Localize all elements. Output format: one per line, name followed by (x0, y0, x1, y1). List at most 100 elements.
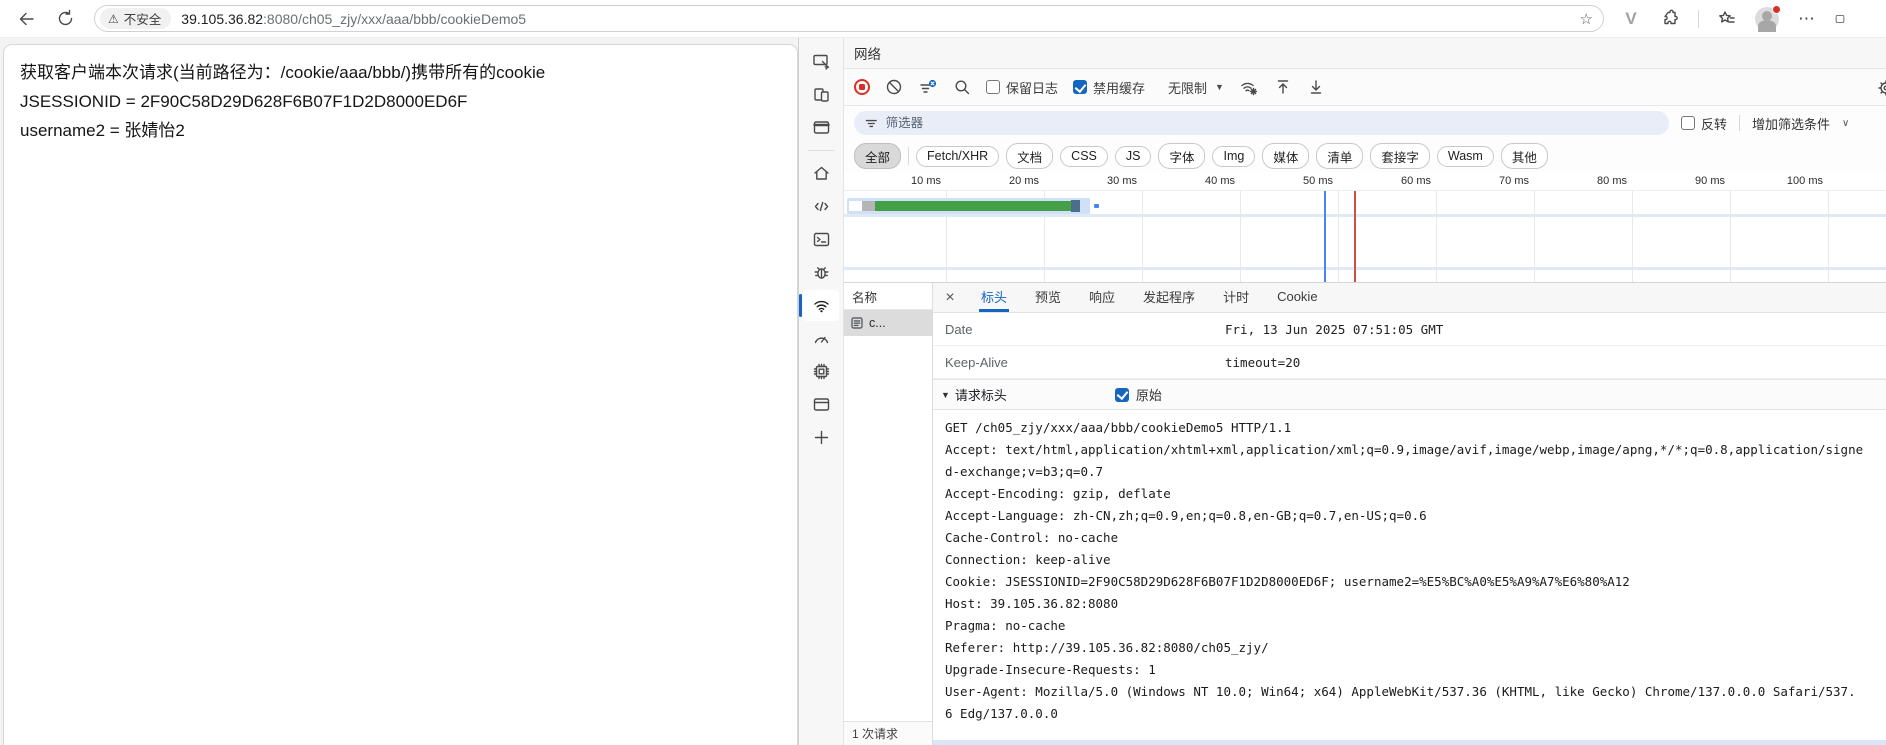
preserve-log-toggle[interactable]: 保留日志 (986, 78, 1058, 97)
address-bar[interactable]: ⚠ 不安全 39.105.36.82:8080/ch05_zjy/xxx/aaa… (94, 5, 1604, 32)
application-icon[interactable] (803, 389, 839, 420)
row-stripe (844, 267, 1886, 270)
detail-tab[interactable]: 计时 (1221, 283, 1251, 312)
browser-toolbar: ⚠ 不安全 39.105.36.82:8080/ch05_zjy/xxx/aaa… (0, 0, 1886, 38)
timeline-ruler: 10 ms 20 ms 30 ms 40 ms 50 ms 60 ms 70 m… (844, 172, 1886, 190)
console-icon[interactable] (803, 224, 839, 255)
request-headers-section[interactable]: ▼ 请求标头 原始 (933, 379, 1886, 410)
detail-tab[interactable]: Cookie (1275, 283, 1319, 312)
timeline-tick-label: 20 ms (947, 172, 1045, 190)
sources-code-icon[interactable] (803, 191, 839, 222)
clear-button[interactable] (885, 78, 903, 96)
throttling-select[interactable]: 无限制 ▼ (1168, 78, 1224, 97)
record-stop-button[interactable] (854, 79, 870, 95)
type-filter-pill[interactable]: Fetch/XHR (916, 146, 999, 167)
filter-input-wrap[interactable] (854, 111, 1669, 135)
more-tools-plus-icon[interactable] (803, 422, 839, 453)
browser-menu-icon[interactable]: ⋯ (1796, 8, 1818, 30)
type-filter-pill[interactable]: JS (1115, 146, 1152, 167)
favorite-star-icon[interactable]: ☆ (1576, 10, 1597, 28)
timeline-tick-label: 80 ms (1535, 172, 1633, 190)
detail-tab[interactable]: 发起程序 (1141, 283, 1197, 312)
url-path: :8080/ch05_zjy/xxx/aaa/bbb/cookieDemo5 (263, 11, 526, 27)
header-key: Keep-Alive (933, 355, 1225, 370)
raw-headers-toggle[interactable]: 原始 (1115, 385, 1162, 404)
type-filter-pill[interactable]: 全部 (854, 143, 901, 169)
more-filters-button[interactable]: 增加筛选条件 (1752, 114, 1830, 133)
raw-header-line: Accept-Encoding: gzip, deflate (945, 483, 1886, 505)
profile-avatar[interactable] (1755, 7, 1779, 31)
document-icon (850, 316, 864, 330)
waterfall-grid[interactable] (844, 190, 1886, 282)
back-arrow-icon (17, 9, 37, 29)
notification-dot (1772, 5, 1781, 14)
debugger-bug-icon[interactable] (803, 257, 839, 288)
browser-window: ⚠ 不安全 39.105.36.82:8080/ch05_zjy/xxx/aaa… (0, 0, 1886, 745)
waterfall-end-marker (1094, 204, 1099, 208)
request-detail-area: 名称 c... 1 次请求 × (844, 282, 1886, 745)
type-filter-pill[interactable]: 清单 (1316, 143, 1363, 169)
clipped-edge-icon[interactable] (1835, 8, 1845, 30)
extensions-puzzle-icon[interactable] (1659, 8, 1681, 30)
header-key: Date (933, 322, 1225, 337)
request-waterfall-bar[interactable] (847, 198, 1090, 214)
back-button[interactable] (12, 4, 42, 34)
preserve-log-checkbox[interactable] (986, 80, 1000, 94)
detail-tab[interactable]: 响应 (1087, 283, 1117, 312)
raw-header-line: Accept-Language: zh-CN,zh;q=0.9,en;q=0.8… (945, 505, 1886, 527)
performance-gauge-icon[interactable] (803, 323, 839, 354)
funnel-icon (864, 116, 879, 131)
raw-header-line: Referer: http://39.105.36.82:8080/ch05_z… (945, 637, 1886, 659)
disable-cache-checkbox[interactable] (1073, 80, 1087, 94)
request-list-name-header[interactable]: 名称 (844, 283, 932, 310)
favorites-hub-icon[interactable] (1716, 8, 1738, 30)
raw-checkbox[interactable] (1115, 388, 1129, 402)
invert-filter-toggle[interactable]: 反转 (1681, 114, 1727, 133)
raw-header-line: Cookie: JSESSIONID=2F90C58D29D628F6B07F1… (945, 571, 1886, 593)
type-filter-pill[interactable]: 其他 (1501, 143, 1548, 169)
header-kv-row: Keep-Alive timeout=20 (933, 346, 1886, 379)
devtools-panel: 网络 保留日志 (798, 38, 1886, 745)
timeline-tick-label: 30 ms (1045, 172, 1143, 190)
window-tool-icon[interactable] (803, 112, 839, 143)
request-count-status: 1 次请求 (844, 721, 932, 745)
memory-chip-icon[interactable] (803, 356, 839, 387)
scroll-hint-strip[interactable] (933, 740, 1886, 745)
detail-tabs: 标头 预览 响应 发起程序 计时 Cookie (967, 283, 1332, 312)
type-filter-pill[interactable]: 字体 (1158, 143, 1205, 169)
type-filter-pill[interactable]: 套接字 (1370, 143, 1430, 169)
disable-cache-toggle[interactable]: 禁用缓存 (1073, 78, 1145, 97)
request-list: 名称 c... 1 次请求 (844, 283, 932, 745)
request-list-item[interactable]: c... (844, 310, 932, 336)
invert-checkbox[interactable] (1681, 116, 1695, 130)
type-filter-pill[interactable]: 文档 (1006, 143, 1053, 169)
type-filter-pill[interactable]: Wasm (1437, 146, 1494, 167)
security-badge[interactable]: ⚠ 不安全 (100, 8, 171, 29)
import-har-button[interactable] (1274, 78, 1292, 96)
device-emulation-icon[interactable] (803, 79, 839, 110)
header-value: timeout=20 (1225, 355, 1300, 370)
type-filter-pill[interactable]: CSS (1060, 146, 1108, 167)
detail-tab[interactable]: 标头 (979, 283, 1009, 312)
network-tab-icon[interactable] (803, 290, 839, 321)
search-button[interactable] (953, 78, 971, 96)
export-har-button[interactable] (1307, 78, 1325, 96)
header-kv-row: Date Fri, 13 Jun 2025 07:51:05 GMT (933, 313, 1886, 346)
network-toolbar: 保留日志 禁用缓存 无限制 ▼ (844, 68, 1886, 106)
vue-devtools-extension-icon[interactable]: V (1620, 8, 1642, 30)
network-conditions-button[interactable] (1239, 78, 1259, 97)
filter-toggle-button[interactable] (918, 78, 938, 97)
request-name: c... (869, 316, 886, 330)
timeline-tick-label: 60 ms (1339, 172, 1437, 190)
waterfall-stalled-segment (862, 201, 875, 211)
close-icon[interactable]: × (933, 283, 967, 312)
detail-tab[interactable]: 预览 (1033, 283, 1063, 312)
inspect-icon[interactable] (803, 46, 839, 77)
type-filter-pill[interactable]: Img (1212, 146, 1255, 167)
type-filter-pill[interactable]: 媒体 (1262, 143, 1309, 169)
network-settings-gear-icon[interactable] (1877, 79, 1886, 97)
refresh-button[interactable] (50, 4, 80, 34)
raw-header-line: Accept: text/html,application/xhtml+xml,… (945, 439, 1886, 461)
filter-input[interactable] (886, 116, 1659, 130)
home-icon[interactable] (803, 158, 839, 189)
